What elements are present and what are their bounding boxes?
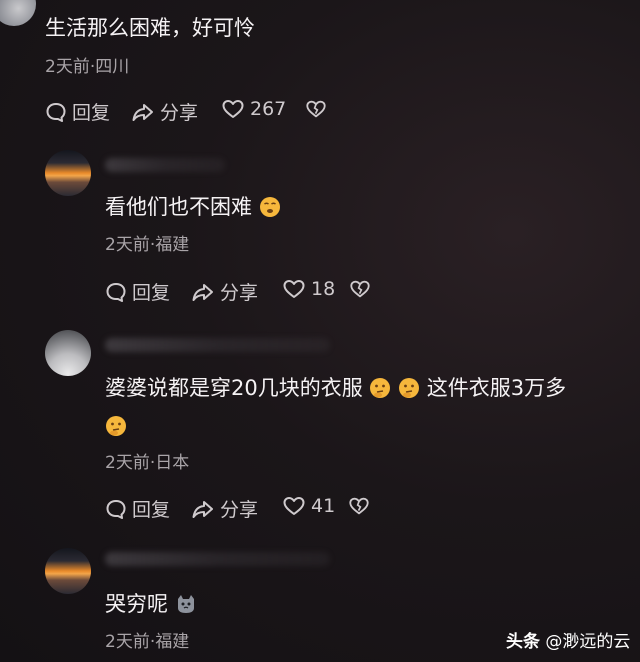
avatar[interactable] xyxy=(45,330,91,376)
like-button[interactable]: 267 xyxy=(221,98,286,120)
comment-meta: 2天前·四川 xyxy=(45,56,129,78)
comment-location: 四川 xyxy=(95,57,130,77)
watermark-handle: @渺远的云 xyxy=(545,632,631,652)
share-button[interactable]: 分享 xyxy=(191,278,258,305)
share-button[interactable]: 分享 xyxy=(131,98,198,125)
comment-location: 福建 xyxy=(155,632,190,652)
avatar[interactable] xyxy=(45,150,91,196)
watermark-brand: 头条 xyxy=(506,632,540,652)
thinking-emoji-icon xyxy=(399,378,420,398)
smirk-emoji-icon xyxy=(259,197,280,217)
reply-button[interactable]: 回复 xyxy=(105,495,170,522)
comment-location: 日本 xyxy=(155,453,190,473)
broken-heart-icon xyxy=(350,280,370,298)
cat-emoji-icon xyxy=(177,595,194,613)
heart-icon xyxy=(283,280,305,298)
reply-button[interactable]: 回复 xyxy=(105,278,170,305)
like-button[interactable]: 41 xyxy=(282,495,335,517)
comment-body: 看他们也不困难 xyxy=(105,195,252,219)
avatar[interactable] xyxy=(0,0,36,26)
heart-icon xyxy=(283,497,305,515)
blurred-username xyxy=(105,552,330,566)
broken-heart-icon xyxy=(349,497,369,515)
comment-meta: 2天前·日本 xyxy=(105,452,189,474)
share-icon xyxy=(132,103,153,121)
like-count: 267 xyxy=(250,98,287,120)
comment-body: 哭穷呢 xyxy=(105,592,168,616)
dislike-button[interactable] xyxy=(349,278,376,300)
avatar[interactable] xyxy=(45,548,91,594)
comment-body: 婆婆说都是穿20几块的衣服 xyxy=(105,376,363,400)
reply-icon xyxy=(106,499,126,519)
reply-icon xyxy=(106,282,126,302)
comment-text: 生活那么困难，好可怜 xyxy=(45,16,255,40)
thinking-emoji-icon xyxy=(106,416,126,436)
reply-label: 回复 xyxy=(72,102,111,124)
blurred-username xyxy=(105,338,330,352)
share-label: 分享 xyxy=(220,282,259,304)
heart-icon xyxy=(222,100,244,118)
broken-heart-icon xyxy=(306,100,326,118)
like-button[interactable]: 18 xyxy=(282,278,335,300)
comment-text: 哭穷呢 xyxy=(105,590,197,618)
share-icon xyxy=(192,500,213,518)
comment-time: 2天前 xyxy=(105,632,150,652)
comment-text-line2 xyxy=(105,412,127,440)
share-icon xyxy=(192,283,213,301)
comment-text: 婆婆说都是穿20几块的衣服 这件衣服3万多 xyxy=(105,374,566,402)
dislike-button[interactable] xyxy=(348,495,375,517)
reply-button[interactable]: 回复 xyxy=(45,98,110,125)
share-button[interactable]: 分享 xyxy=(191,495,258,522)
dislike-button[interactable] xyxy=(305,98,332,120)
comment-time: 2天前 xyxy=(105,235,150,255)
reply-icon xyxy=(46,102,66,122)
comment-time: 2天前 xyxy=(45,57,90,77)
reply-label: 回复 xyxy=(132,499,171,521)
like-count: 18 xyxy=(311,278,336,300)
blurred-username xyxy=(105,158,225,172)
share-label: 分享 xyxy=(220,499,259,521)
reply-label: 回复 xyxy=(132,282,171,304)
share-label: 分享 xyxy=(160,102,199,124)
thinking-emoji-icon xyxy=(370,378,391,398)
comment-meta: 2天前·福建 xyxy=(105,234,189,256)
comment-location: 福建 xyxy=(155,235,190,255)
like-count: 41 xyxy=(311,495,336,517)
comment-body-cont: 这件衣服3万多 xyxy=(426,376,567,400)
comment-meta: 2天前·福建 xyxy=(105,631,189,653)
comment-text: 看他们也不困难 xyxy=(105,193,281,221)
watermark: 头条 @渺远的云 xyxy=(506,627,630,652)
comment-time: 2天前 xyxy=(105,453,150,473)
